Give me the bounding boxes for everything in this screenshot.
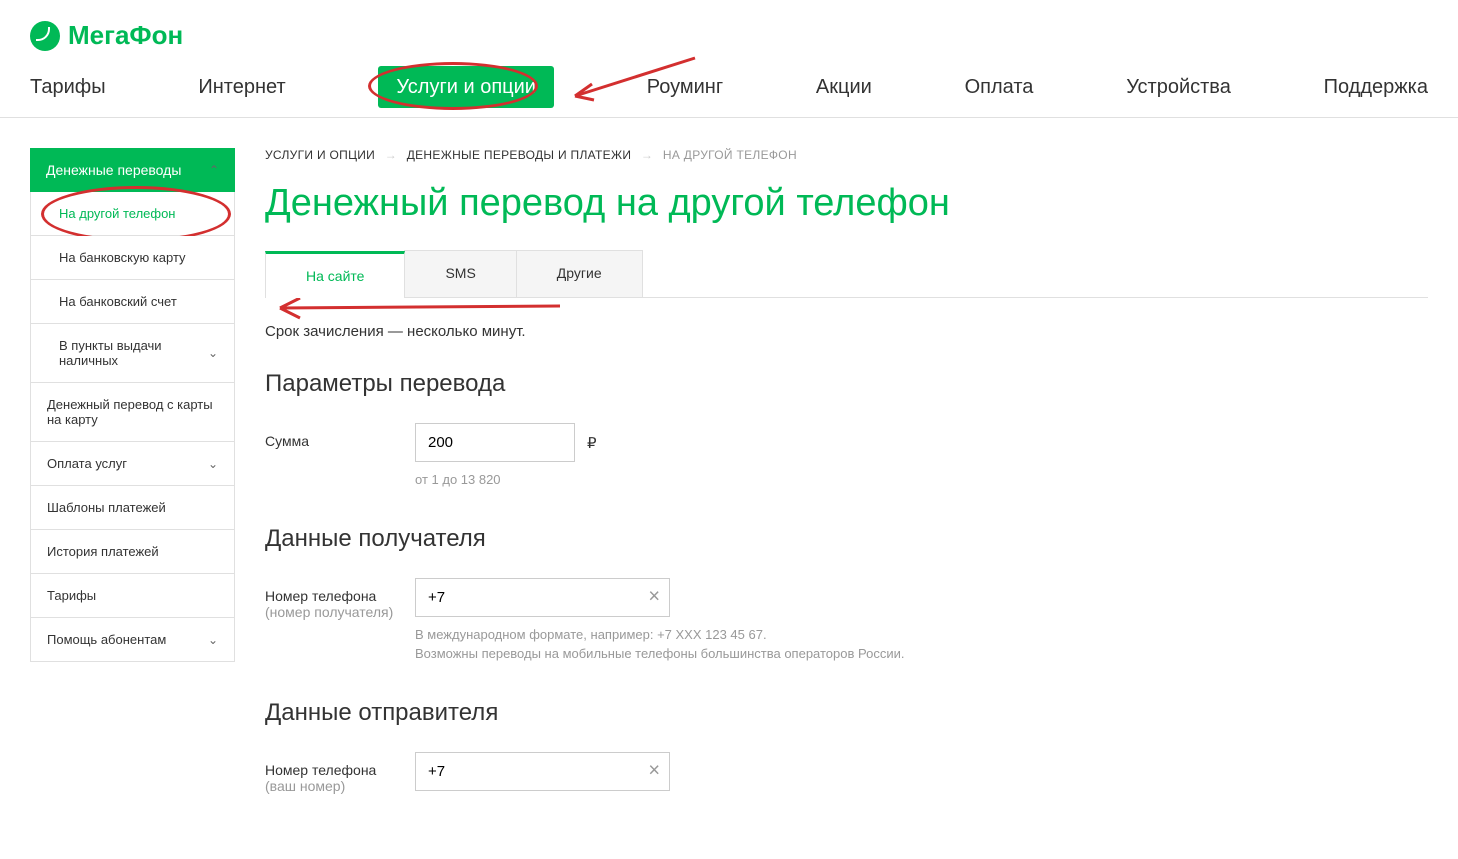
tab-on-site[interactable]: На сайте bbox=[265, 251, 405, 298]
tabs: На сайте SMS Другие bbox=[265, 250, 1428, 298]
sidebar-item-other-phone[interactable]: На другой телефон bbox=[30, 192, 235, 236]
sender-phone-label: Номер телефона (ваш номер) bbox=[265, 752, 415, 794]
sidebar-header-money-transfers[interactable]: Денежные переводы bbox=[30, 148, 235, 192]
page-title: Денежный перевод на другой телефон bbox=[265, 182, 1428, 225]
sidebar-item-cash-pickup[interactable]: В пункты выдачи наличных bbox=[30, 324, 235, 383]
amount-label: Сумма bbox=[265, 423, 415, 449]
recipient-phone-label: Номер телефона (номер получателя) bbox=[265, 578, 415, 620]
site-header: МегаФон Тарифы Интернет Услуги и опции Р… bbox=[0, 0, 1458, 118]
nav-roaming[interactable]: Роуминг bbox=[647, 76, 723, 99]
nav-promo[interactable]: Акции bbox=[816, 76, 872, 99]
breadcrumb-item[interactable]: ДЕНЕЖНЫЕ ПЕРЕВОДЫ И ПЛАТЕЖИ bbox=[407, 148, 632, 162]
credit-time-info: Срок зачисления — несколько минут. bbox=[265, 323, 1428, 340]
breadcrumb-item-current: НА ДРУГОЙ ТЕЛЕФОН bbox=[663, 148, 797, 162]
top-nav: Тарифы Интернет Услуги и опции Роуминг А… bbox=[30, 76, 1428, 117]
nav-support[interactable]: Поддержка bbox=[1324, 76, 1428, 99]
breadcrumb-separator-icon: → bbox=[385, 148, 397, 162]
nav-tariffs[interactable]: Тарифы bbox=[30, 76, 106, 99]
tab-other[interactable]: Другие bbox=[516, 250, 643, 297]
recipient-phone-hint: В международном формате, например: +7 XX… bbox=[415, 625, 1428, 664]
page-container: Денежные переводы На другой телефон На б… bbox=[0, 118, 1458, 859]
nav-internet[interactable]: Интернет bbox=[198, 76, 285, 99]
section-title-params: Параметры перевода bbox=[265, 370, 1428, 398]
chevron-down-icon bbox=[208, 346, 218, 360]
breadcrumb: УСЛУГИ И ОПЦИИ → ДЕНЕЖНЫЕ ПЕРЕВОДЫ И ПЛА… bbox=[265, 148, 1428, 162]
sender-phone-input[interactable] bbox=[415, 752, 670, 791]
breadcrumb-separator-icon: → bbox=[641, 148, 653, 162]
logo[interactable]: МегаФон bbox=[30, 20, 1428, 51]
sidebar-item-payment-templates[interactable]: Шаблоны платежей bbox=[30, 486, 235, 530]
chevron-down-icon bbox=[208, 633, 218, 647]
sidebar-item-pay-services[interactable]: Оплата услуг bbox=[30, 442, 235, 486]
sidebar-item-card-to-card[interactable]: Денежный перевод с карты на карту bbox=[30, 383, 235, 442]
sender-section: Данные отправителя Номер телефона (ваш н… bbox=[265, 699, 1428, 794]
breadcrumb-item[interactable]: УСЛУГИ И ОПЦИИ bbox=[265, 148, 375, 162]
logo-text: МегаФон bbox=[68, 20, 183, 51]
amount-input[interactable] bbox=[415, 423, 575, 462]
logo-icon bbox=[30, 21, 60, 51]
sidebar-item-help[interactable]: Помощь абонентам bbox=[30, 618, 235, 662]
main-content: УСЛУГИ И ОПЦИИ → ДЕНЕЖНЫЕ ПЕРЕВОДЫ И ПЛА… bbox=[265, 148, 1428, 829]
chevron-down-icon bbox=[208, 457, 218, 471]
recipient-section: Данные получателя Номер телефона (номер … bbox=[265, 525, 1428, 664]
clear-icon[interactable]: × bbox=[648, 760, 660, 783]
clear-icon[interactable]: × bbox=[648, 586, 660, 609]
sidebar-item-tariffs[interactable]: Тарифы bbox=[30, 574, 235, 618]
section-title-recipient: Данные получателя bbox=[265, 525, 1428, 553]
recipient-phone-input[interactable] bbox=[415, 578, 670, 617]
transfer-params-section: Параметры перевода Сумма ₽ от 1 до 13 82… bbox=[265, 370, 1428, 490]
tab-sms[interactable]: SMS bbox=[404, 250, 516, 297]
sidebar-item-bank-card[interactable]: На банковскую карту bbox=[30, 236, 235, 280]
chevron-up-icon bbox=[209, 163, 219, 177]
amount-hint: от 1 до 13 820 bbox=[415, 470, 1428, 490]
nav-devices[interactable]: Устройства bbox=[1126, 76, 1231, 99]
nav-payment[interactable]: Оплата bbox=[965, 76, 1034, 99]
sidebar-item-bank-account[interactable]: На банковский счет bbox=[30, 280, 235, 324]
sidebar: Денежные переводы На другой телефон На б… bbox=[30, 148, 235, 829]
section-title-sender: Данные отправителя bbox=[265, 699, 1428, 727]
sidebar-item-payment-history[interactable]: История платежей bbox=[30, 530, 235, 574]
nav-services-options[interactable]: Услуги и опции bbox=[378, 76, 554, 99]
currency-symbol: ₽ bbox=[587, 434, 597, 452]
